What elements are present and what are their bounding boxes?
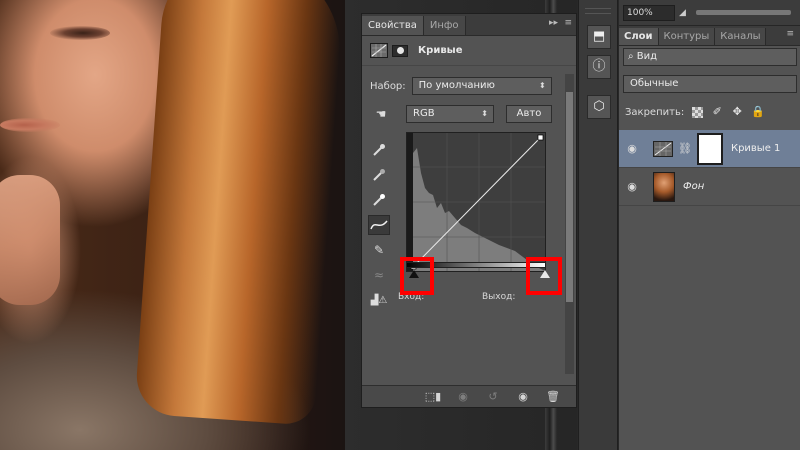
output-label: Выход: [482, 292, 516, 302]
layer-name: Фон [683, 181, 705, 192]
curves-graph[interactable] [406, 132, 546, 272]
properties-tabbar: Свойства Инфо ▸▸ ≡ [362, 14, 576, 36]
zoom-arrow-icon[interactable]: ◢ [679, 8, 686, 18]
blend-mode-dropdown[interactable]: Обычные [623, 75, 797, 93]
lock-position-icon[interactable]: ✥ [731, 106, 743, 118]
document-canvas[interactable] [0, 0, 345, 450]
smooth-icon[interactable]: ≈ [368, 265, 390, 285]
white-eyedropper-icon[interactable] [368, 190, 390, 210]
tab-layers[interactable]: Слои [619, 28, 659, 45]
reset-icon[interactable]: ↺ [484, 390, 502, 404]
curves-tool-column: ✎ ≈ ▟⚠ [368, 140, 392, 315]
tab-paths[interactable]: Контуры [658, 28, 716, 45]
layer-mask-thumbnail[interactable] [696, 132, 723, 165]
history-icon[interactable]: ⬒ [587, 25, 611, 49]
chain-link-icon[interactable]: ⛓ [678, 142, 692, 155]
chevron-updown-icon: ⬍ [481, 109, 488, 118]
mask-icon[interactable] [392, 44, 408, 57]
layers-tabbar: Слои Контуры Каналы ≡ [619, 26, 800, 46]
zoom-field[interactable]: 100% [623, 4, 675, 21]
layers-panel: 100% ◢ Слои Контуры Каналы ≡ ⌕ Вид Обычн… [619, 0, 800, 450]
3d-icon[interactable]: ⬡ [587, 95, 611, 119]
collapsed-panels-strip: ⬒ ⓘ ⬡ [578, 0, 618, 450]
curves-adjustment-icon[interactable] [370, 43, 388, 58]
curves-histogram-svg [407, 133, 545, 271]
layer-kind-filter[interactable]: ⌕ Вид [623, 48, 797, 66]
curves-layer-thumbnail [653, 140, 673, 157]
lock-row: Закрепить: ✐ ✥ 🔒 [625, 106, 765, 118]
lock-pixels-icon[interactable]: ✐ [711, 106, 723, 118]
preset-dropdown[interactable]: По умолчанию ⬍ [411, 77, 552, 95]
tab-properties[interactable]: Свойства [362, 16, 424, 35]
auto-button[interactable]: Авто [506, 105, 552, 123]
channel-row: ☚ RGB ⬍ Авто [370, 104, 552, 124]
properties-title: Кривые [418, 45, 463, 56]
layers-menu-icon[interactable]: ≡ [786, 29, 794, 39]
clipping-warning-icon[interactable]: ▟⚠ [368, 290, 390, 310]
view-previous-icon[interactable]: ◉ [454, 390, 472, 404]
tab-info[interactable]: Инфо [423, 16, 466, 35]
preset-row: Набор: По умолчанию ⬍ [370, 77, 552, 95]
properties-footer: ⬚▮ ◉ ↺ ◉ 🗑 [362, 385, 576, 407]
collapse-panel-icon[interactable]: ▸▸ [549, 18, 558, 28]
preset-label: Набор: [370, 80, 406, 92]
photo-lips [0, 118, 60, 132]
visibility-eye-icon[interactable]: ◉ [619, 180, 645, 193]
layer-name: Кривые 1 [730, 143, 781, 154]
channel-dropdown[interactable]: RGB ⬍ [406, 105, 494, 123]
properties-panel: Свойства Инфо ▸▸ ≡ Кривые Набор: По умол… [361, 13, 577, 408]
layer-row-curves[interactable]: ◉ ⛓ Кривые 1 [619, 130, 800, 168]
panel-menu-icon[interactable]: ≡ [564, 18, 572, 28]
clip-to-layer-icon[interactable]: ⬚▮ [424, 390, 442, 404]
photo-hair [134, 0, 345, 426]
on-image-adjust-icon[interactable]: ☚ [370, 104, 392, 124]
lock-all-icon[interactable]: 🔒 [751, 106, 765, 118]
properties-scrollbar[interactable] [565, 74, 574, 374]
highlight-white-point [526, 257, 562, 295]
curve-point-icon[interactable] [368, 215, 390, 235]
zoom-slider[interactable] [695, 10, 791, 15]
layer-row-background[interactable]: ◉ Фон [619, 168, 800, 206]
visibility-eye-icon[interactable]: ◉ [619, 142, 645, 155]
photo-hand [0, 175, 60, 305]
gray-eyedropper-icon[interactable] [368, 165, 390, 185]
pencil-draw-icon[interactable]: ✎ [368, 240, 390, 260]
lock-transparency-icon[interactable] [692, 106, 704, 118]
properties-title-row: Кривые [362, 36, 576, 66]
tab-channels[interactable]: Каналы [715, 28, 767, 45]
background-layer-thumbnail [653, 171, 675, 202]
highlight-black-point [400, 257, 434, 295]
chevron-updown-icon: ⬍ [538, 81, 546, 90]
photo-eye [50, 26, 110, 40]
scrollbar-thumb[interactable] [566, 92, 573, 302]
delete-icon[interactable]: 🗑 [544, 390, 562, 404]
lock-label: Закрепить: [625, 106, 685, 118]
zoom-bar: 100% ◢ [619, 0, 800, 26]
black-eyedropper-icon[interactable] [368, 140, 390, 160]
visibility-icon[interactable]: ◉ [514, 390, 532, 404]
strip-grip[interactable] [585, 8, 611, 14]
info-icon[interactable]: ⓘ [587, 55, 611, 79]
